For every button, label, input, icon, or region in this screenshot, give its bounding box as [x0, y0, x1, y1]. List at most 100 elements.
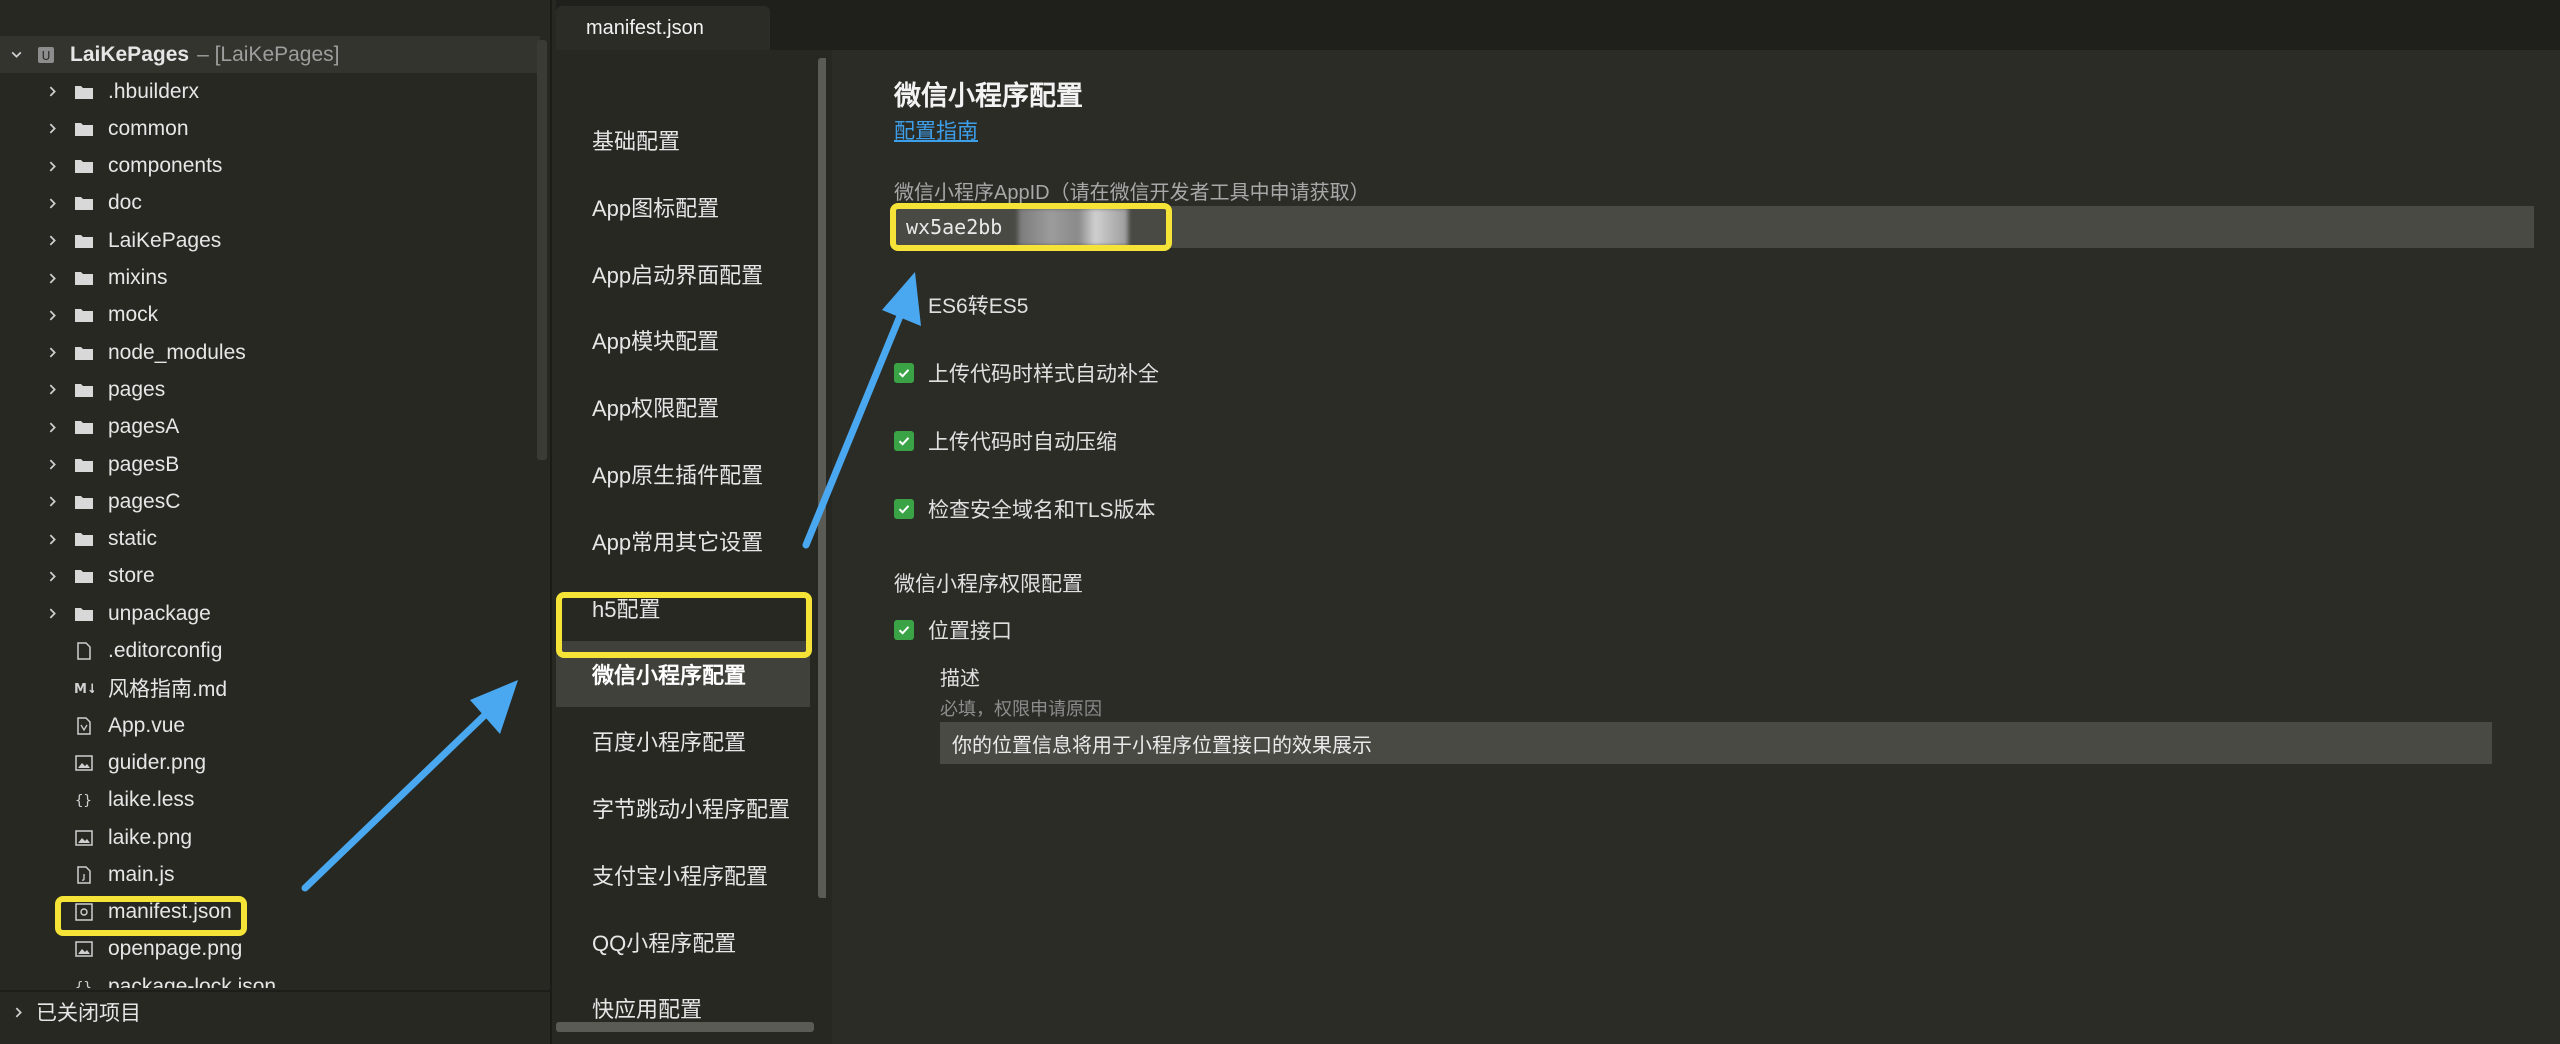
- tree-file-item[interactable]: guider.png: [0, 744, 540, 781]
- nav-item[interactable]: App原生插件配置: [592, 454, 763, 494]
- tree-root-project[interactable]: U LaiKePages – [LaiKePages]: [0, 36, 540, 73]
- braces-file-icon: {}: [70, 791, 98, 809]
- tree-file-item[interactable]: openpage.png: [0, 931, 540, 968]
- folder-icon: [70, 567, 98, 585]
- tree-item-label: main.js: [108, 862, 175, 886]
- tree-file-item[interactable]: main.js: [0, 856, 540, 893]
- checkbox-minify-on-upload[interactable]: 上传代码时自动压缩: [894, 426, 1117, 456]
- nav-item[interactable]: 字节跳动小程序配置: [592, 788, 790, 828]
- checkbox-style-autoprefix[interactable]: 上传代码时样式自动补全: [894, 358, 1159, 388]
- file-tree: U LaiKePages – [LaiKePages] .hbuilderx co…: [0, 32, 552, 988]
- tab-manifest-json[interactable]: manifest.json: [556, 6, 770, 50]
- tree-item-label: LaiKePages: [108, 228, 222, 252]
- tree-folder-item[interactable]: static: [0, 521, 540, 558]
- svg-text:U: U: [42, 49, 51, 63]
- checkbox-es6-to-es5[interactable]: ES6转ES5: [894, 290, 1028, 320]
- nav-item[interactable]: App模块配置: [592, 320, 719, 360]
- checkbox-unchecked[interactable]: [894, 295, 914, 315]
- project-path: – [LaiKePages]: [197, 42, 340, 66]
- tree-folder-item[interactable]: pagesA: [0, 409, 540, 446]
- nav-item[interactable]: h5配置: [592, 588, 660, 628]
- tree-folder-item[interactable]: store: [0, 558, 540, 595]
- tree-item-label: 风格指南.md: [108, 678, 228, 702]
- tree-item-label: node_modules: [108, 340, 246, 364]
- tree-file-item[interactable]: .editorconfig: [0, 633, 540, 670]
- chevron-right-icon[interactable]: [42, 110, 62, 147]
- tree-folder-item[interactable]: node_modules: [0, 334, 540, 371]
- checkbox-label: 上传代码时样式自动补全: [928, 363, 1159, 386]
- nav-item[interactable]: 微信小程序配置: [556, 641, 810, 708]
- config-guide-link[interactable]: 配置指南: [894, 115, 978, 145]
- tree-folder-item[interactable]: common: [0, 110, 540, 147]
- tree-file-item[interactable]: {} package-lock.json: [0, 968, 540, 988]
- tree-folder-item[interactable]: pagesB: [0, 446, 540, 483]
- check-icon[interactable]: [894, 620, 914, 640]
- tree-folder-item[interactable]: LaiKePages: [0, 222, 540, 259]
- project-icon: U: [32, 46, 60, 64]
- chevron-right-icon[interactable]: [42, 334, 62, 371]
- check-icon[interactable]: [894, 499, 914, 519]
- chevron-down-icon[interactable]: [6, 36, 26, 73]
- nav-item[interactable]: App常用其它设置: [592, 521, 763, 561]
- image-file-icon: [70, 754, 98, 772]
- chevron-right-icon[interactable]: [42, 521, 62, 558]
- nav-item[interactable]: 基础配置: [592, 120, 680, 160]
- checkbox-label: 位置接口: [928, 620, 1012, 643]
- folder-icon: [70, 605, 98, 623]
- description-input[interactable]: [940, 722, 2492, 764]
- chevron-right-icon[interactable]: [42, 148, 62, 185]
- appid-input[interactable]: [894, 206, 2534, 248]
- nav-item[interactable]: App图标配置: [592, 187, 719, 227]
- tree-folder-item[interactable]: components: [0, 148, 540, 185]
- tree-scrollbar[interactable]: [537, 40, 547, 460]
- check-icon[interactable]: [894, 431, 914, 451]
- permission-section-title: 微信小程序权限配置: [894, 573, 1083, 596]
- nav-item[interactable]: 支付宝小程序配置: [592, 855, 768, 895]
- tree-file-item[interactable]: laike.png: [0, 819, 540, 856]
- chevron-right-icon[interactable]: [42, 297, 62, 334]
- tree-file-item[interactable]: M↓ 风格指南.md: [0, 670, 540, 707]
- tree-folder-item[interactable]: mixins: [0, 260, 540, 297]
- nav-vertical-scrollbar[interactable]: [818, 58, 826, 898]
- tree-item-label: common: [108, 116, 189, 140]
- chevron-right-icon[interactable]: [42, 595, 62, 632]
- checkbox-location-api[interactable]: 位置接口: [894, 615, 1012, 645]
- nav-item[interactable]: 百度小程序配置: [592, 721, 746, 761]
- closed-projects-section[interactable]: 已关闭项目: [0, 990, 552, 1032]
- tree-folder-item[interactable]: unpackage: [0, 595, 540, 632]
- tree-folder-item[interactable]: pagesC: [0, 483, 540, 520]
- chevron-right-icon[interactable]: [42, 222, 62, 259]
- tree-file-item[interactable]: manifest.json: [0, 894, 540, 931]
- nav-item[interactable]: App启动界面配置: [592, 254, 763, 294]
- chevron-right-icon[interactable]: [42, 483, 62, 520]
- tree-item-label: laike.less: [108, 788, 195, 812]
- nav-horizontal-scrollbar[interactable]: [556, 1022, 814, 1032]
- folder-icon: [70, 344, 98, 362]
- chevron-right-icon[interactable]: [42, 558, 62, 595]
- checkbox-check-domain-tls[interactable]: 检查安全域名和TLS版本: [894, 494, 1156, 524]
- nav-item[interactable]: App权限配置: [592, 387, 719, 427]
- chevron-right-icon[interactable]: [42, 73, 62, 110]
- chevron-right-icon[interactable]: [42, 371, 62, 408]
- svg-text:M↓: M↓: [74, 682, 94, 697]
- tree-folder-item[interactable]: pages: [0, 371, 540, 408]
- tree-folder-item[interactable]: .hbuilderx: [0, 73, 540, 110]
- tree-item-label: components: [108, 154, 223, 178]
- tree-file-item[interactable]: {} laike.less: [0, 782, 540, 819]
- tree-folder-item[interactable]: mock: [0, 297, 540, 334]
- tree-file-item[interactable]: App.vue: [0, 707, 540, 744]
- tree-item-label: openpage.png: [108, 937, 243, 961]
- chevron-right-icon[interactable]: [8, 994, 28, 1031]
- check-icon[interactable]: [894, 363, 914, 383]
- chevron-right-icon[interactable]: [42, 409, 62, 446]
- tree-item-label: mixins: [108, 266, 168, 289]
- chevron-right-icon[interactable]: [42, 185, 62, 222]
- project-explorer: U LaiKePages – [LaiKePages] .hbuilderx co…: [0, 0, 552, 1044]
- chevron-right-icon[interactable]: [42, 446, 62, 483]
- chevron-right-icon[interactable]: [42, 260, 62, 297]
- tree-folder-item[interactable]: doc: [0, 185, 540, 222]
- nav-item[interactable]: QQ小程序配置: [592, 922, 736, 962]
